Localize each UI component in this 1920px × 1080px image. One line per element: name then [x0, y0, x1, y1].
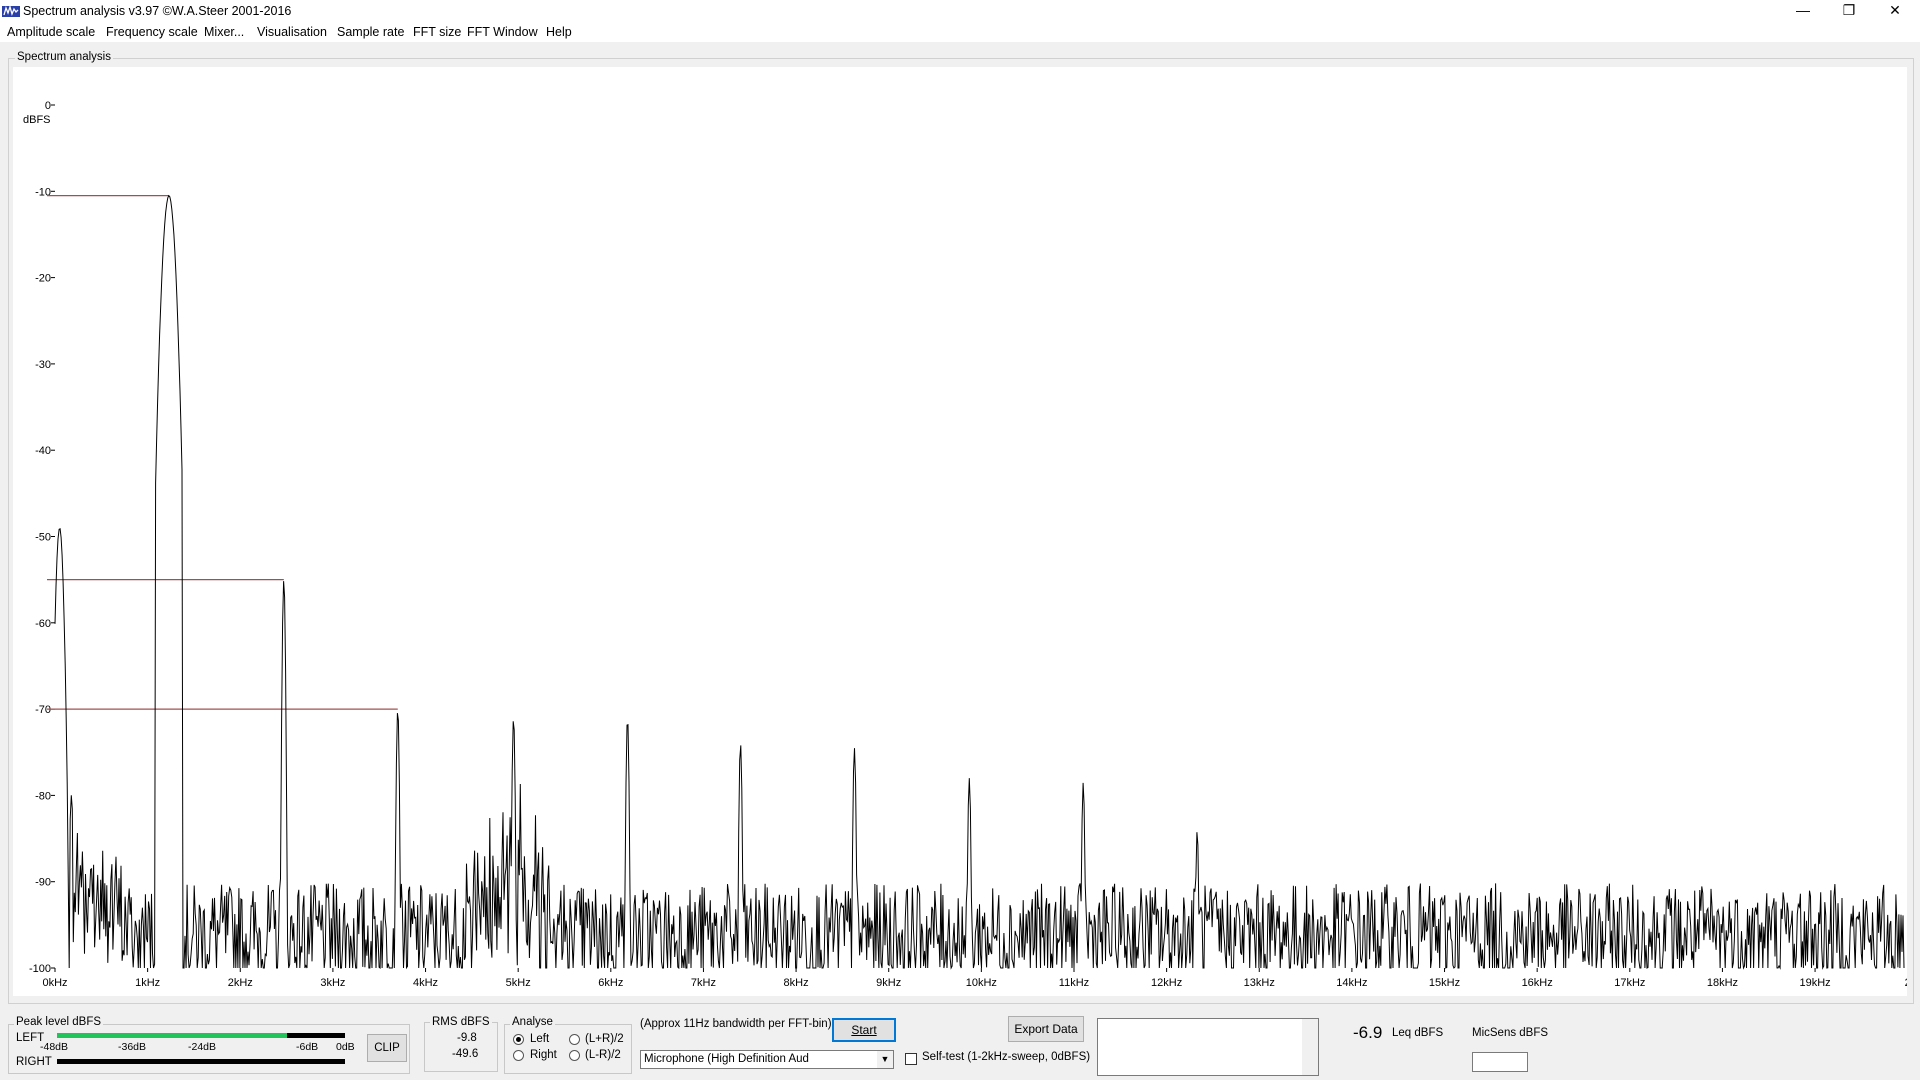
meter-scale-48: -48dB — [40, 1041, 69, 1053]
y-tick-label: -100 — [29, 963, 51, 975]
right-channel-label: RIGHT — [16, 1056, 52, 1068]
menu-fft-window[interactable]: FFT Window — [467, 25, 538, 39]
self-test-checkbox[interactable] — [905, 1053, 917, 1065]
menu-help[interactable]: Help — [546, 25, 572, 39]
x-tick-label: 7kHz — [691, 977, 716, 989]
menu-sample-rate[interactable]: Sample rate — [337, 25, 404, 39]
radio-sum[interactable] — [569, 1034, 580, 1045]
radio-sum-label[interactable]: (L+R)/2 — [585, 1033, 624, 1045]
x-tick-label: 10kHz — [966, 977, 997, 989]
left-peak-meter — [57, 1033, 345, 1038]
y-tick-label: -20 — [35, 273, 51, 285]
x-tick-label: 18kHz — [1707, 977, 1738, 989]
menu-visualisation[interactable]: Visualisation — [257, 25, 327, 39]
radio-diff[interactable] — [569, 1050, 580, 1061]
x-tick-label: 19kHz — [1799, 977, 1830, 989]
chevron-down-icon[interactable]: ▼ — [877, 1051, 893, 1068]
y-tick-label: -40 — [35, 445, 51, 457]
x-tick-label: 17kHz — [1614, 977, 1645, 989]
x-tick-label: 16kHz — [1522, 977, 1553, 989]
menu-fft-size[interactable]: FFT size — [413, 25, 461, 39]
rms-left-value: -9.8 — [457, 1032, 477, 1044]
y-tick-label: 0 — [45, 100, 51, 112]
menu-mixer[interactable]: Mixer... — [204, 25, 244, 39]
x-tick-label: 14kHz — [1336, 977, 1367, 989]
y-unit-label: dBFS — [23, 114, 51, 126]
meter-scale-6: -6dB — [296, 1041, 319, 1053]
x-tick-label: 8kHz — [784, 977, 809, 989]
app-icon — [2, 4, 20, 17]
x-tick-label: 12kHz — [1151, 977, 1182, 989]
clip-indicator[interactable]: CLIP — [367, 1034, 407, 1062]
spectrum-plot: dBFS 0 -10 -20 -30 -40 -50 -60 -70 -80 -90 -100 0k… — [13, 67, 1907, 996]
y-tick-label: -10 — [35, 186, 51, 198]
micsens-input[interactable] — [1472, 1052, 1528, 1072]
maximize-button[interactable]: ❐ — [1826, 0, 1872, 22]
spectrum-chart: dBFS 0 -10 -20 -30 -40 -50 -60 -70 -80 -90 -100 0k… — [23, 100, 1907, 989]
x-tick-label: 13kHz — [1244, 977, 1275, 989]
start-button[interactable]: Start — [832, 1018, 896, 1042]
export-data-button[interactable]: Export Data — [1008, 1016, 1084, 1042]
left-peak-meter-fill — [57, 1033, 288, 1038]
y-tick-label: -70 — [35, 704, 51, 716]
window-title: Spectrum analysis v3.97 ©W.A.Steer 2001-… — [23, 4, 292, 18]
right-peak-meter — [57, 1059, 345, 1064]
radio-left[interactable] — [513, 1034, 524, 1045]
menu-bar: Amplitude scale Frequency scale Mixer...… — [0, 22, 1920, 42]
peak-level-label: Peak level dBFS — [14, 1016, 104, 1028]
x-tick-label: 9kHz — [876, 977, 901, 989]
radio-right-label[interactable]: Right — [530, 1049, 557, 1061]
leq-value: -6.9 — [1353, 1023, 1383, 1042]
menu-amplitude-scale[interactable]: Amplitude scale — [7, 25, 95, 39]
spectrum-group-label: Spectrum analysis — [15, 51, 113, 63]
radio-diff-label[interactable]: (L-R)/2 — [585, 1049, 621, 1061]
rms-label: RMS dBFS — [430, 1016, 492, 1028]
self-test-label[interactable]: Self-test (1-2kHz-sweep, 0dBFS) — [922, 1051, 1090, 1063]
spectrum-trace — [54, 194, 1905, 970]
y-tick-label: -50 — [35, 532, 51, 544]
y-tick-label: -90 — [35, 877, 51, 889]
info-text-area[interactable] — [1097, 1018, 1319, 1076]
y-tick-label: -30 — [35, 359, 51, 371]
leq-unit: Leq dBFS — [1392, 1027, 1444, 1039]
micsens-label: MicSens dBFS — [1472, 1027, 1549, 1039]
y-tick-label: -60 — [35, 618, 51, 630]
x-tick-label: 11kHz — [1059, 977, 1089, 989]
radio-right[interactable] — [513, 1050, 524, 1061]
x-tick-label: 5kHz — [506, 977, 531, 989]
input-device-value: Microphone (High Definition Aud — [644, 1053, 809, 1065]
x-tick-label: 2 — [1905, 977, 1907, 989]
meter-scale-0: 0dB — [336, 1041, 355, 1053]
radio-left-label[interactable]: Left — [530, 1033, 549, 1045]
close-button[interactable]: ✕ — [1872, 0, 1918, 22]
minimize-button[interactable]: — — [1780, 0, 1826, 22]
menu-frequency-scale[interactable]: Frequency scale — [106, 25, 198, 39]
x-tick-label: 15kHz — [1429, 977, 1460, 989]
x-tick-label: 1kHz — [135, 977, 160, 989]
analyse-label: Analyse — [510, 1016, 555, 1028]
bandwidth-note: (Approx 11Hz bandwidth per FFT-bin) — [640, 1018, 832, 1030]
input-device-select[interactable]: Microphone (High Definition Aud ▼ — [640, 1050, 894, 1069]
x-tick-label: 3kHz — [320, 977, 345, 989]
x-tick-label: 4kHz — [413, 977, 438, 989]
meter-scale-24: -24dB — [188, 1041, 217, 1053]
title-bar: Spectrum analysis v3.97 ©W.A.Steer 2001-… — [0, 0, 1920, 22]
y-tick-label: -80 — [35, 790, 51, 802]
rms-right-value: -49.6 — [452, 1048, 479, 1060]
x-tick-label: 6kHz — [598, 977, 623, 989]
info-scrollbar[interactable] — [1302, 1019, 1318, 1075]
x-tick-label: 2kHz — [228, 977, 253, 989]
rms-group — [424, 1022, 498, 1072]
meter-scale-36: -36dB — [118, 1041, 147, 1053]
x-tick-label: 0kHz — [42, 977, 67, 989]
